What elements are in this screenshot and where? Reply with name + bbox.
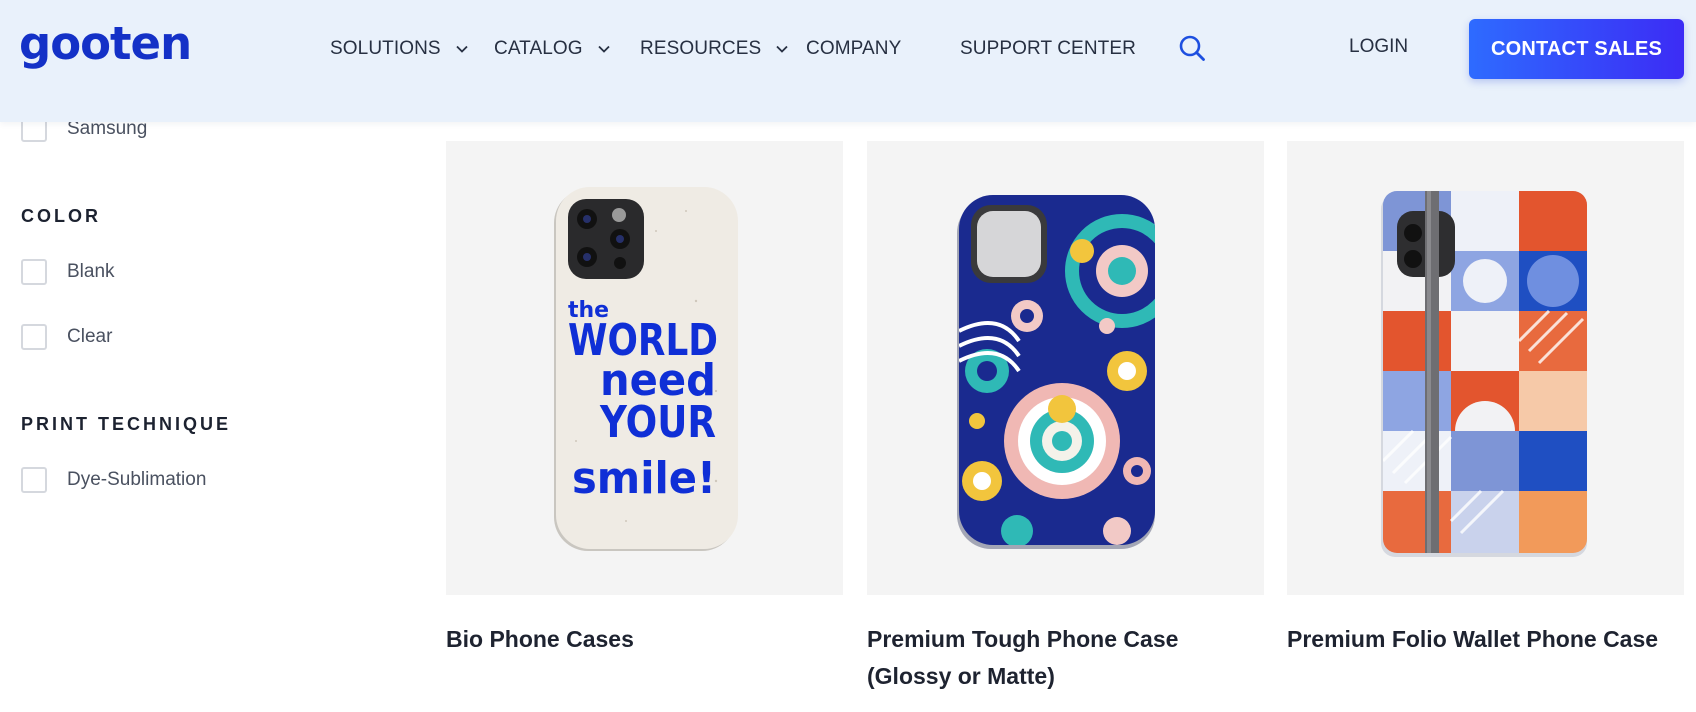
nav-company-label: COMPANY: [806, 38, 902, 59]
chevron-down-icon: [776, 45, 788, 53]
login-link[interactable]: LOGIN: [1349, 36, 1408, 58]
filter-option-clear[interactable]: Clear: [21, 324, 112, 350]
nav-support-center[interactable]: SUPPORT CENTER: [960, 36, 1136, 62]
folio-wallet-case-image: [1381, 191, 1587, 557]
nav-solutions-label: SOLUTIONS: [330, 38, 441, 59]
checkbox[interactable]: [21, 324, 47, 350]
case-print-word: YOUR: [599, 397, 716, 448]
nav-resources-label: RESOURCES: [640, 38, 762, 59]
product-card-bio-phone-cases[interactable]: the WORLD need YOUR smile! Bio Phone Cas…: [446, 141, 843, 658]
nav-catalog[interactable]: CATALOG: [494, 36, 611, 62]
nav-resources[interactable]: RESOURCES: [640, 36, 789, 62]
chevron-down-icon: [456, 45, 468, 53]
product-title[interactable]: Premium Folio Wallet Phone Case: [1287, 621, 1684, 658]
filter-heading-color: COLOR: [21, 206, 101, 226]
filter-option-label: Clear: [67, 326, 113, 347]
nav-catalog-label: CATALOG: [494, 38, 583, 59]
gooten-logo[interactable]: gooten: [19, 14, 192, 74]
site-header: gooten SOLUTIONS CATALOG RESOURCES COMPA…: [0, 0, 1696, 122]
filter-option-label: Dye-Sublimation: [67, 469, 207, 490]
product-image[interactable]: [867, 141, 1264, 595]
nav-company[interactable]: COMPANY: [806, 36, 901, 62]
product-image[interactable]: [1287, 141, 1684, 595]
filter-option-label: Blank: [67, 261, 115, 282]
chevron-down-icon: [598, 45, 610, 53]
filter-heading-print-technique: PRINT TECHNIQUE: [21, 414, 232, 434]
product-card-premium-folio-wallet-phone-case[interactable]: Premium Folio Wallet Phone Case: [1287, 141, 1684, 658]
tough-phone-case-image: [957, 195, 1155, 549]
bio-phone-case-image: the WORLD need YOUR smile!: [554, 187, 738, 551]
product-title[interactable]: Premium Tough Phone Case (Glossy or Matt…: [867, 621, 1264, 695]
nav-support-center-label: SUPPORT CENTER: [960, 38, 1136, 59]
contact-sales-button[interactable]: CONTACT SALES: [1469, 19, 1684, 79]
case-print-word: smile!: [572, 453, 716, 504]
search-icon[interactable]: [1178, 34, 1206, 62]
product-title[interactable]: Bio Phone Cases: [446, 621, 843, 658]
checkbox[interactable]: [21, 467, 47, 493]
checkbox[interactable]: [21, 259, 47, 285]
filter-option-dye-sublimation[interactable]: Dye-Sublimation: [21, 467, 206, 493]
nav-solutions[interactable]: SOLUTIONS: [330, 36, 469, 62]
filter-option-blank[interactable]: Blank: [21, 259, 115, 285]
product-card-premium-tough-phone-case[interactable]: Premium Tough Phone Case (Glossy or Matt…: [867, 141, 1264, 695]
product-image[interactable]: the WORLD need YOUR smile!: [446, 141, 843, 595]
